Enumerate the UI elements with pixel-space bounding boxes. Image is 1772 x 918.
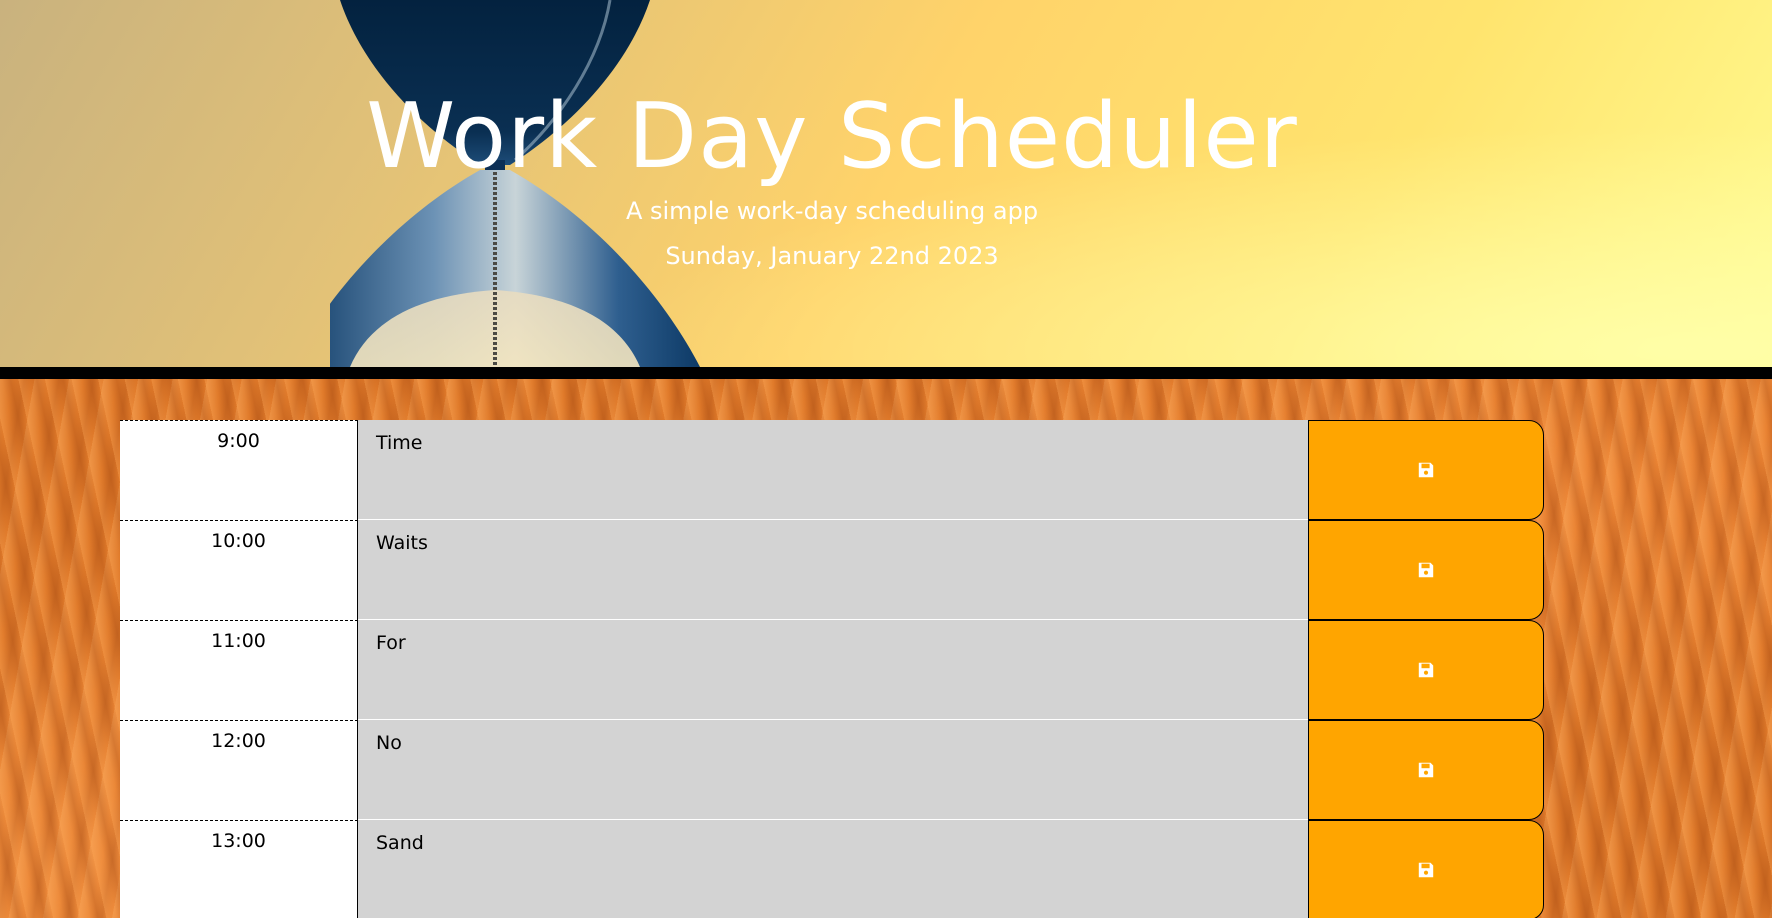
save-button[interactable] <box>1308 720 1544 820</box>
page: Work Day Scheduler A simple work-day sch… <box>0 0 1772 918</box>
save-button[interactable] <box>1308 820 1544 918</box>
floppy-disk-icon <box>1417 561 1435 579</box>
save-button[interactable] <box>1308 620 1544 720</box>
time-block: 9:00 Time <box>120 420 1544 520</box>
event-description-input[interactable]: Sand <box>358 820 1308 918</box>
time-block: 10:00 Waits <box>120 520 1544 620</box>
save-button[interactable] <box>1308 420 1544 520</box>
hour-label: 12:00 <box>120 720 358 820</box>
hour-label: 9:00 <box>120 420 358 520</box>
time-block: 12:00 No <box>120 720 1544 820</box>
hour-label: 11:00 <box>120 620 358 720</box>
event-description-input[interactable]: For <box>358 620 1308 720</box>
time-block: 13:00 Sand <box>120 820 1544 918</box>
event-description-input[interactable]: Time <box>358 420 1308 520</box>
time-block-container: 9:00 Time 10:00 Waits 11:00 For 12:00 No… <box>120 420 1544 918</box>
event-description-input[interactable]: Waits <box>358 520 1308 620</box>
floppy-disk-icon <box>1417 761 1435 779</box>
hour-label: 10:00 <box>120 520 358 620</box>
header-jumbotron: Work Day Scheduler A simple work-day sch… <box>0 0 1772 367</box>
hour-label: 13:00 <box>120 820 358 918</box>
floppy-disk-icon <box>1417 861 1435 879</box>
header-border <box>0 367 1772 379</box>
save-button[interactable] <box>1308 520 1544 620</box>
floppy-disk-icon <box>1417 661 1435 679</box>
page-title: Work Day Scheduler <box>366 84 1298 189</box>
current-day: Sunday, January 22nd 2023 <box>665 242 999 270</box>
page-subtitle: A simple work-day scheduling app <box>625 197 1039 225</box>
floppy-disk-icon <box>1417 461 1435 479</box>
time-block: 11:00 For <box>120 620 1544 720</box>
event-description-input[interactable]: No <box>358 720 1308 820</box>
